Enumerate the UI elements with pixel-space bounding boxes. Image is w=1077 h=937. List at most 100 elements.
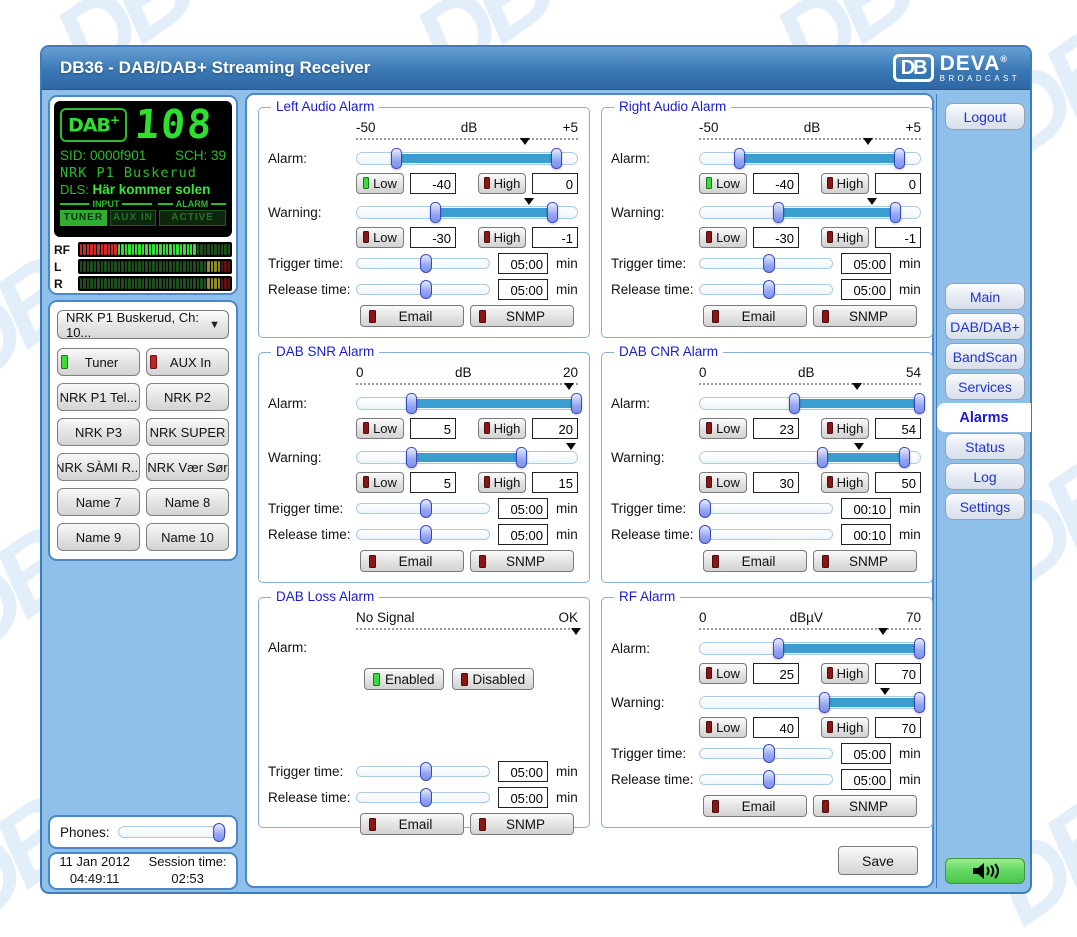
release-time-value-input[interactable] xyxy=(841,524,891,545)
slider-handle-low[interactable] xyxy=(773,202,784,223)
range-slider-track[interactable] xyxy=(356,152,578,165)
nav-item-log[interactable]: Log xyxy=(945,463,1025,490)
slider-handle-high[interactable] xyxy=(571,393,582,414)
slider-handle[interactable] xyxy=(213,823,225,842)
threshold-toggle-button[interactable]: High xyxy=(478,418,526,439)
release-time-value-input[interactable] xyxy=(841,279,891,300)
threshold-toggle-button[interactable]: Low xyxy=(356,472,404,493)
slider-handle-low[interactable] xyxy=(430,202,441,223)
threshold-toggle-button[interactable]: Low xyxy=(699,472,747,493)
threshold-value-input[interactable] xyxy=(753,418,799,439)
threshold-value-input[interactable] xyxy=(410,227,456,248)
slider-handle-low[interactable] xyxy=(819,692,830,713)
release-time-value-input[interactable] xyxy=(498,787,548,808)
listen-audio-button[interactable] xyxy=(945,858,1025,884)
slider-handle-high[interactable] xyxy=(516,447,527,468)
release-time-value-input[interactable] xyxy=(841,769,891,790)
snmp-toggle-button[interactable]: SNMP xyxy=(813,305,917,327)
threshold-value-input[interactable] xyxy=(532,173,578,194)
range-slider-track[interactable] xyxy=(356,451,578,464)
slider-handle[interactable] xyxy=(420,762,432,781)
nav-item-dab-dab-[interactable]: DAB/DAB+ xyxy=(945,313,1025,340)
nav-item-bandscan[interactable]: BandScan xyxy=(945,343,1025,370)
trigger-time-slider[interactable] xyxy=(699,503,833,514)
snmp-toggle-button[interactable]: SNMP xyxy=(813,795,917,817)
threshold-value-input[interactable] xyxy=(532,227,578,248)
alarm-disabled-button[interactable]: Disabled xyxy=(452,668,535,690)
nav-item-main[interactable]: Main xyxy=(945,283,1025,310)
threshold-toggle-button[interactable]: Low xyxy=(699,418,747,439)
slider-handle-high[interactable] xyxy=(914,692,925,713)
threshold-toggle-button[interactable]: Low xyxy=(699,227,747,248)
save-button[interactable]: Save xyxy=(838,846,918,875)
nav-item-alarms[interactable]: Alarms xyxy=(937,403,1031,432)
slider-handle[interactable] xyxy=(420,499,432,518)
slider-handle[interactable] xyxy=(763,770,775,789)
trigger-time-slider[interactable] xyxy=(699,748,833,759)
slider-handle[interactable] xyxy=(763,744,775,763)
threshold-value-input[interactable] xyxy=(532,418,578,439)
slider-handle-low[interactable] xyxy=(391,148,402,169)
threshold-value-input[interactable] xyxy=(410,472,456,493)
threshold-value-input[interactable] xyxy=(753,472,799,493)
nav-item-status[interactable]: Status xyxy=(945,433,1025,460)
slider-handle[interactable] xyxy=(420,788,432,807)
threshold-toggle-button[interactable]: High xyxy=(821,472,869,493)
threshold-toggle-button[interactable]: High xyxy=(478,227,526,248)
slider-handle[interactable] xyxy=(763,280,775,299)
release-time-slider[interactable] xyxy=(699,284,833,295)
trigger-time-slider[interactable] xyxy=(356,258,490,269)
range-slider-track[interactable] xyxy=(699,397,921,410)
slider-handle[interactable] xyxy=(420,280,432,299)
slider-handle-high[interactable] xyxy=(914,638,925,659)
snmp-toggle-button[interactable]: SNMP xyxy=(813,550,917,572)
threshold-toggle-button[interactable]: High xyxy=(821,227,869,248)
email-toggle-button[interactable]: Email xyxy=(360,813,464,835)
preset-button[interactable]: NRK SUPER xyxy=(146,418,229,446)
threshold-value-input[interactable] xyxy=(753,173,799,194)
alarm-enabled-button[interactable]: Enabled xyxy=(364,668,444,690)
preset-button[interactable]: NRK Vær Sør xyxy=(146,453,229,481)
release-time-value-input[interactable] xyxy=(498,524,548,545)
slider-handle-low[interactable] xyxy=(734,148,745,169)
threshold-toggle-button[interactable]: High xyxy=(821,173,869,194)
slider-handle-high[interactable] xyxy=(899,447,910,468)
range-slider-track[interactable] xyxy=(699,206,921,219)
threshold-value-input[interactable] xyxy=(753,663,799,684)
threshold-toggle-button[interactable]: High xyxy=(821,717,869,738)
logout-button[interactable]: Logout xyxy=(945,103,1025,130)
release-time-slider[interactable] xyxy=(356,284,490,295)
email-toggle-button[interactable]: Email xyxy=(703,305,807,327)
range-slider-track[interactable] xyxy=(356,397,578,410)
slider-handle-low[interactable] xyxy=(406,447,417,468)
trigger-time-value-input[interactable] xyxy=(841,743,891,764)
threshold-toggle-button[interactable]: Low xyxy=(356,173,404,194)
threshold-toggle-button[interactable]: High xyxy=(821,418,869,439)
trigger-time-slider[interactable] xyxy=(699,258,833,269)
source-button-tuner[interactable]: Tuner xyxy=(57,348,140,376)
preset-button[interactable]: Name 7 xyxy=(57,488,140,516)
source-button-aux-in[interactable]: AUX In xyxy=(146,348,229,376)
slider-handle-low[interactable] xyxy=(406,393,417,414)
preset-button[interactable]: NRK SÀMI R... xyxy=(57,453,140,481)
slider-handle[interactable] xyxy=(699,499,711,518)
preset-button[interactable]: Name 10 xyxy=(146,523,229,551)
range-slider-track[interactable] xyxy=(699,642,921,655)
slider-handle[interactable] xyxy=(699,525,711,544)
threshold-toggle-button[interactable]: Low xyxy=(699,173,747,194)
preset-button[interactable]: Name 8 xyxy=(146,488,229,516)
threshold-value-input[interactable] xyxy=(753,717,799,738)
slider-handle-low[interactable] xyxy=(773,638,784,659)
threshold-value-input[interactable] xyxy=(875,717,921,738)
release-time-slider[interactable] xyxy=(356,529,490,540)
threshold-value-input[interactable] xyxy=(875,418,921,439)
threshold-value-input[interactable] xyxy=(875,173,921,194)
range-slider-track[interactable] xyxy=(699,152,921,165)
slider-handle[interactable] xyxy=(420,525,432,544)
threshold-toggle-button[interactable]: Low xyxy=(356,418,404,439)
release-time-slider[interactable] xyxy=(699,774,833,785)
preset-button[interactable]: Name 9 xyxy=(57,523,140,551)
trigger-time-value-input[interactable] xyxy=(841,498,891,519)
threshold-value-input[interactable] xyxy=(875,227,921,248)
threshold-value-input[interactable] xyxy=(753,227,799,248)
